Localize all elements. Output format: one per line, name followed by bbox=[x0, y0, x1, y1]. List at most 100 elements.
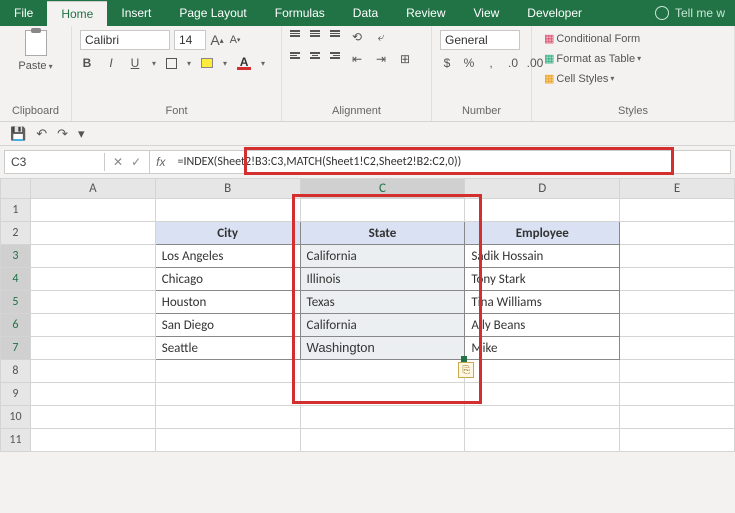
col-header-c[interactable]: C bbox=[300, 179, 465, 199]
align-right-icon[interactable] bbox=[330, 52, 340, 66]
row-header-1[interactable]: 1 bbox=[1, 199, 31, 222]
group-clipboard: Paste▾ Clipboard bbox=[0, 26, 72, 121]
paste-button[interactable]: Paste▾ bbox=[14, 58, 56, 74]
tab-data[interactable]: Data bbox=[339, 1, 392, 25]
row-header-8[interactable]: 8 bbox=[1, 360, 31, 383]
quick-access-toolbar: 💾 ↶ ↷ ▾ bbox=[0, 122, 735, 146]
cell-d6[interactable]: Ally Beans bbox=[465, 314, 620, 337]
underline-button[interactable]: U bbox=[128, 56, 142, 70]
number-format-dropdown[interactable]: General bbox=[440, 30, 520, 50]
tab-developer[interactable]: Developer bbox=[513, 1, 596, 25]
cell-b7[interactable]: Seattle bbox=[155, 337, 300, 360]
tell-me[interactable]: Tell me w bbox=[645, 6, 735, 20]
row-header-10[interactable]: 10 bbox=[1, 406, 31, 429]
comma-icon[interactable]: , bbox=[484, 56, 498, 70]
tab-formulas[interactable]: Formulas bbox=[261, 1, 339, 25]
row-header-3[interactable]: 3 bbox=[1, 245, 31, 268]
cell-b6[interactable]: San Diego bbox=[155, 314, 300, 337]
align-left-icon[interactable] bbox=[290, 52, 300, 66]
col-header-b[interactable]: B bbox=[155, 179, 300, 199]
align-bottom-icon[interactable] bbox=[330, 30, 340, 44]
cell-c6[interactable]: California bbox=[300, 314, 465, 337]
cell-d4[interactable]: Tony Stark bbox=[465, 268, 620, 291]
cell-c4[interactable]: Illinois bbox=[300, 268, 465, 291]
qat-more-icon[interactable]: ▾ bbox=[78, 126, 85, 142]
tab-view[interactable]: View bbox=[460, 1, 514, 25]
underline-more[interactable]: ▾ bbox=[152, 59, 156, 68]
merge-icon[interactable]: ⊞ bbox=[398, 52, 412, 66]
col-header-d[interactable]: D bbox=[465, 179, 620, 199]
bulb-icon bbox=[655, 6, 669, 20]
group-styles: ▦Conditional Form ▦Format as Table▾ ▦Cel… bbox=[532, 26, 735, 121]
fill-color-button[interactable] bbox=[201, 58, 213, 68]
cell-d7[interactable]: Mike bbox=[465, 337, 620, 360]
group-label-font: Font bbox=[80, 103, 273, 119]
align-top-icon[interactable] bbox=[290, 30, 300, 44]
increase-font-icon[interactable]: A▴ bbox=[210, 33, 224, 47]
row-header-2[interactable]: 2 bbox=[1, 222, 31, 245]
decrease-font-icon[interactable]: A▾ bbox=[228, 33, 242, 47]
decrease-indent-icon[interactable]: ⇤ bbox=[350, 52, 364, 66]
autofill-options-icon[interactable]: ⎘ bbox=[458, 362, 474, 378]
align-middle-icon[interactable] bbox=[310, 30, 320, 44]
col-header-e[interactable]: E bbox=[620, 179, 735, 199]
tab-file[interactable]: File bbox=[0, 1, 47, 25]
borders-button[interactable] bbox=[166, 58, 177, 69]
format-as-table-button[interactable]: ▦Format as Table▾ bbox=[540, 50, 645, 67]
worksheet-grid[interactable]: A B C D E 1 2 City State Employee 3 Los … bbox=[0, 178, 735, 452]
select-all-corner[interactable] bbox=[1, 179, 31, 199]
formula-bar: C3 ✕ ✓ fx =INDEX(Sheet2!B3:C3,MATCH(Shee… bbox=[4, 150, 731, 174]
cell-b4[interactable]: Chicago bbox=[155, 268, 300, 291]
header-state[interactable]: State bbox=[300, 222, 465, 245]
cancel-formula-icon[interactable]: ✕ bbox=[113, 155, 123, 169]
font-color-button[interactable]: A bbox=[237, 56, 251, 70]
align-center-icon[interactable] bbox=[310, 52, 320, 66]
row-header-6[interactable]: 6 bbox=[1, 314, 31, 337]
row-header-11[interactable]: 11 bbox=[1, 429, 31, 452]
save-icon[interactable]: 💾 bbox=[10, 126, 26, 142]
increase-decimal-icon[interactable]: .0 bbox=[506, 56, 520, 70]
increase-indent-icon[interactable]: ⇥ bbox=[374, 52, 388, 66]
italic-button[interactable]: I bbox=[104, 56, 118, 70]
row-header-5[interactable]: 5 bbox=[1, 291, 31, 314]
bold-button[interactable]: B bbox=[80, 56, 94, 70]
fx-icon[interactable]: fx bbox=[150, 155, 171, 169]
name-box[interactable]: C3 bbox=[5, 153, 105, 171]
font-name-dropdown[interactable]: Calibri bbox=[80, 30, 170, 50]
group-label-number: Number bbox=[440, 103, 523, 119]
cell-styles-button[interactable]: ▦Cell Styles▾ bbox=[540, 70, 618, 87]
cell-c3[interactable]: California bbox=[300, 245, 465, 268]
cell-b3[interactable]: Los Angeles bbox=[155, 245, 300, 268]
row-header-4[interactable]: 4 bbox=[1, 268, 31, 291]
group-label-styles: Styles bbox=[540, 103, 726, 119]
cell-c7[interactable]: Washington bbox=[300, 337, 465, 360]
undo-icon[interactable]: ↶ bbox=[36, 126, 47, 142]
redo-icon[interactable]: ↷ bbox=[57, 126, 68, 142]
tab-home[interactable]: Home bbox=[47, 1, 107, 26]
tab-page-layout[interactable]: Page Layout bbox=[165, 1, 260, 25]
tab-review[interactable]: Review bbox=[392, 1, 459, 25]
cell-d5[interactable]: Tina Williams bbox=[465, 291, 620, 314]
font-size-dropdown[interactable]: 14 bbox=[174, 30, 206, 50]
header-city[interactable]: City bbox=[155, 222, 300, 245]
group-label-alignment: Alignment bbox=[290, 103, 423, 119]
ribbon-tabs: File Home Insert Page Layout Formulas Da… bbox=[0, 0, 735, 26]
cell-b5[interactable]: Houston bbox=[155, 291, 300, 314]
cell-c5[interactable]: Texas bbox=[300, 291, 465, 314]
formula-input[interactable]: =INDEX(Sheet2!B3:C3,MATCH(Sheet1!C2,Shee… bbox=[171, 153, 730, 171]
wrap-text-icon[interactable]: ⤶ bbox=[374, 30, 388, 44]
col-header-a[interactable]: A bbox=[30, 179, 155, 199]
paste-icon[interactable] bbox=[25, 30, 47, 56]
percent-icon[interactable]: % bbox=[462, 56, 476, 70]
row-header-9[interactable]: 9 bbox=[1, 383, 31, 406]
ribbon: Paste▾ Clipboard Calibri 14 A▴ A▾ B I U … bbox=[0, 26, 735, 122]
tell-me-label: Tell me w bbox=[675, 6, 725, 20]
conditional-formatting-button[interactable]: ▦Conditional Form bbox=[540, 30, 644, 47]
accounting-icon[interactable]: $ bbox=[440, 56, 454, 70]
orientation-icon[interactable]: ⟲ bbox=[350, 30, 364, 44]
tab-insert[interactable]: Insert bbox=[107, 1, 165, 25]
row-header-7[interactable]: 7 bbox=[1, 337, 31, 360]
enter-formula-icon[interactable]: ✓ bbox=[131, 155, 141, 169]
cell-d3[interactable]: Sadik Hossain bbox=[465, 245, 620, 268]
header-employee[interactable]: Employee bbox=[465, 222, 620, 245]
